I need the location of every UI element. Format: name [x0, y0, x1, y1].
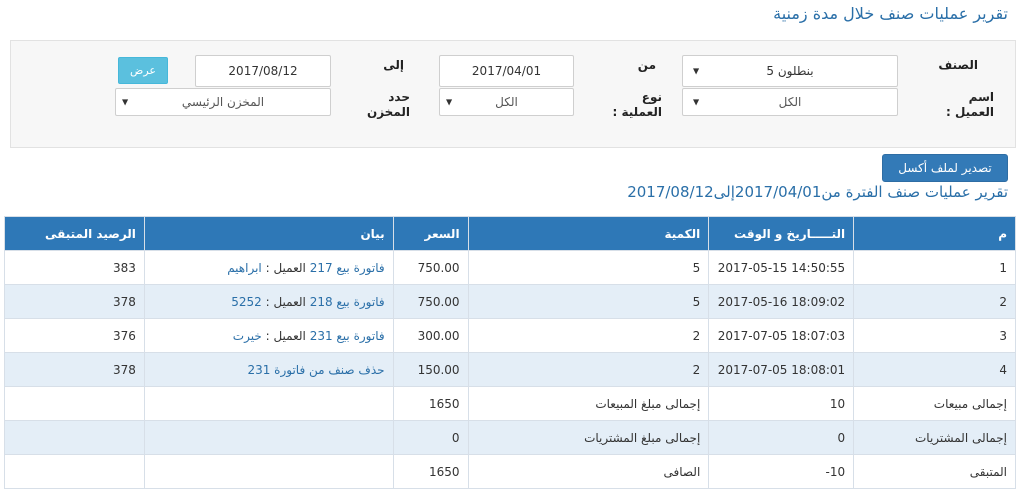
from-date-value: 2017/04/01 [471, 64, 542, 78]
summary-label: إجمالى مبلغ المشتريات [467, 420, 710, 455]
store-label: حدد المخزن [367, 90, 410, 120]
cell-qty: 2 [467, 352, 710, 387]
to-label: إلى [383, 58, 404, 72]
cell-num: 4 [853, 352, 1016, 387]
caret-down-icon: ▼ [122, 97, 129, 107]
optype-label-line1: نوع [641, 90, 662, 104]
customer-label: اسم العميل : [946, 90, 994, 120]
table-row: 4 2017-07-05 18:08:01 2 150.00 حذف صنف م… [4, 352, 1016, 387]
cell-qty: 2 [467, 318, 710, 353]
cell-datetime: 2017-05-15 14:50:55 [708, 250, 855, 285]
invoice-link[interactable]: فاتورة بيع 218 [310, 295, 385, 309]
col-header-price: السعر [392, 216, 469, 251]
from-label: من [637, 58, 656, 72]
cell-qty: 5 [467, 250, 710, 285]
customer-prefix: العميل : [261, 260, 310, 275]
cell-datetime: 2017-05-16 18:09:02 [708, 284, 855, 319]
cell-desc: فاتورة بيع 218 العميل : 5252 [143, 284, 394, 319]
customer-select[interactable]: الكل ▼ [682, 88, 898, 116]
summary-value: -10 [708, 454, 855, 489]
store-select[interactable]: المخزن الرئيسي ▼ [115, 88, 331, 116]
summary-empty [143, 454, 394, 489]
optype-select[interactable]: الكل ▼ [439, 88, 574, 116]
col-header-balance: الرصيد المتبقى [4, 216, 145, 251]
optype-select-value: الكل [495, 95, 518, 109]
summary-row: إجمالى مبيعات 10 إجمالى مبلغ المبيعات 16… [4, 386, 1016, 421]
report-title: تقرير عمليات صنف الفترة من2017/04/01إلى2… [627, 183, 1008, 201]
invoice-link[interactable]: فاتورة بيع 217 [310, 261, 385, 275]
cell-datetime: 2017-07-05 18:07:03 [708, 318, 855, 353]
col-header-desc: بيان [143, 216, 394, 251]
optype-label: نوع العملية : [613, 90, 663, 120]
caret-down-icon: ▼ [693, 66, 700, 76]
invoice-link[interactable]: حذف صنف من فاتورة 231 [247, 363, 384, 377]
table-row: 2 2017-05-16 18:09:02 5 750.00 فاتورة بي… [4, 284, 1016, 319]
col-header-datetime: التـــــاريخ و الوقت [708, 216, 855, 251]
cell-price: 750.00 [392, 250, 469, 285]
page-title: تقرير عمليات صنف خلال مدة زمنية [773, 4, 1008, 23]
customer-link[interactable]: ابراهيم [227, 261, 262, 275]
summary-label: الصافى [467, 454, 710, 489]
customer-prefix: العميل : [261, 328, 310, 343]
summary-label: إجمالى المشتريات [853, 420, 1016, 455]
table-row: 1 2017-05-15 14:50:55 5 750.00 فاتورة بي… [4, 250, 1016, 285]
item-select-value: بنطلون 5 [766, 64, 814, 78]
invoice-link[interactable]: فاتورة بيع 231 [310, 329, 385, 343]
store-label-line1: حدد [388, 90, 410, 104]
summary-empty [143, 420, 394, 455]
summary-label: إجمالى مبيعات [853, 386, 1016, 421]
cell-price: 750.00 [392, 284, 469, 319]
table-header-row: م التـــــاريخ و الوقت الكمية السعر بيان… [4, 216, 1016, 251]
caret-down-icon: ▼ [693, 97, 700, 107]
summary-empty [4, 454, 145, 489]
cell-desc: فاتورة بيع 217 العميل : ابراهيم [143, 250, 394, 285]
summary-empty [4, 420, 145, 455]
cell-balance: 378 [4, 352, 145, 387]
summary-value: 10 [708, 386, 855, 421]
summary-row: إجمالى المشتريات 0 إجمالى مبلغ المشتريات… [4, 420, 1016, 455]
customer-select-value: الكل [778, 95, 802, 109]
table-row: 3 2017-07-05 18:07:03 2 300.00 فاتورة بي… [4, 318, 1016, 353]
cell-balance: 383 [4, 250, 145, 285]
cell-balance: 378 [4, 284, 145, 319]
summary-label: إجمالى مبلغ المبيعات [467, 386, 710, 421]
customer-label-line2: العميل : [945, 105, 994, 119]
from-date-input[interactable]: 2017/04/01 [439, 55, 574, 87]
cell-price: 150.00 [392, 352, 469, 387]
store-label-line2: المخزن [366, 105, 410, 119]
cell-num: 3 [853, 318, 1016, 353]
item-select[interactable]: بنطلون 5 ▼ [682, 55, 898, 87]
cell-price: 300.00 [392, 318, 469, 353]
col-header-qty: الكمية [467, 216, 710, 251]
cell-num: 1 [853, 250, 1016, 285]
summary-value: 0 [392, 420, 469, 455]
customer-prefix: العميل : [261, 294, 310, 309]
summary-empty [4, 386, 145, 421]
to-date-input[interactable]: 2017/08/12 [195, 55, 331, 87]
optype-label-line2: العملية : [612, 105, 663, 119]
summary-value: 0 [708, 420, 855, 455]
cell-datetime: 2017-07-05 18:08:01 [708, 352, 855, 387]
customer-label-line1: اسم [968, 90, 994, 104]
show-button[interactable]: عرض [118, 57, 168, 84]
cell-qty: 5 [467, 284, 710, 319]
caret-down-icon: ▼ [446, 97, 453, 107]
cell-desc: فاتورة بيع 231 العميل : خيرت [143, 318, 394, 353]
item-operations-table: م التـــــاريخ و الوقت الكمية السعر بيان… [4, 216, 1016, 489]
cell-desc: حذف صنف من فاتورة 231 [143, 352, 394, 387]
store-select-value: المخزن الرئيسي [181, 95, 265, 109]
col-header-num: م [853, 216, 1016, 251]
summary-value: 1650 [392, 454, 469, 489]
export-excel-button[interactable]: تصدير لملف أكسل [882, 154, 1008, 182]
cell-num: 2 [853, 284, 1016, 319]
summary-label: المتبقى [853, 454, 1016, 489]
customer-link[interactable]: خيرت [233, 329, 262, 343]
to-date-value: 2017/08/12 [228, 64, 298, 78]
summary-value: 1650 [392, 386, 469, 421]
summary-empty [143, 386, 394, 421]
cell-balance: 376 [4, 318, 145, 353]
summary-row: المتبقى -10 الصافى 1650 [4, 454, 1016, 489]
customer-link[interactable]: 5252 [231, 295, 262, 309]
item-label: الصنف [938, 58, 978, 72]
